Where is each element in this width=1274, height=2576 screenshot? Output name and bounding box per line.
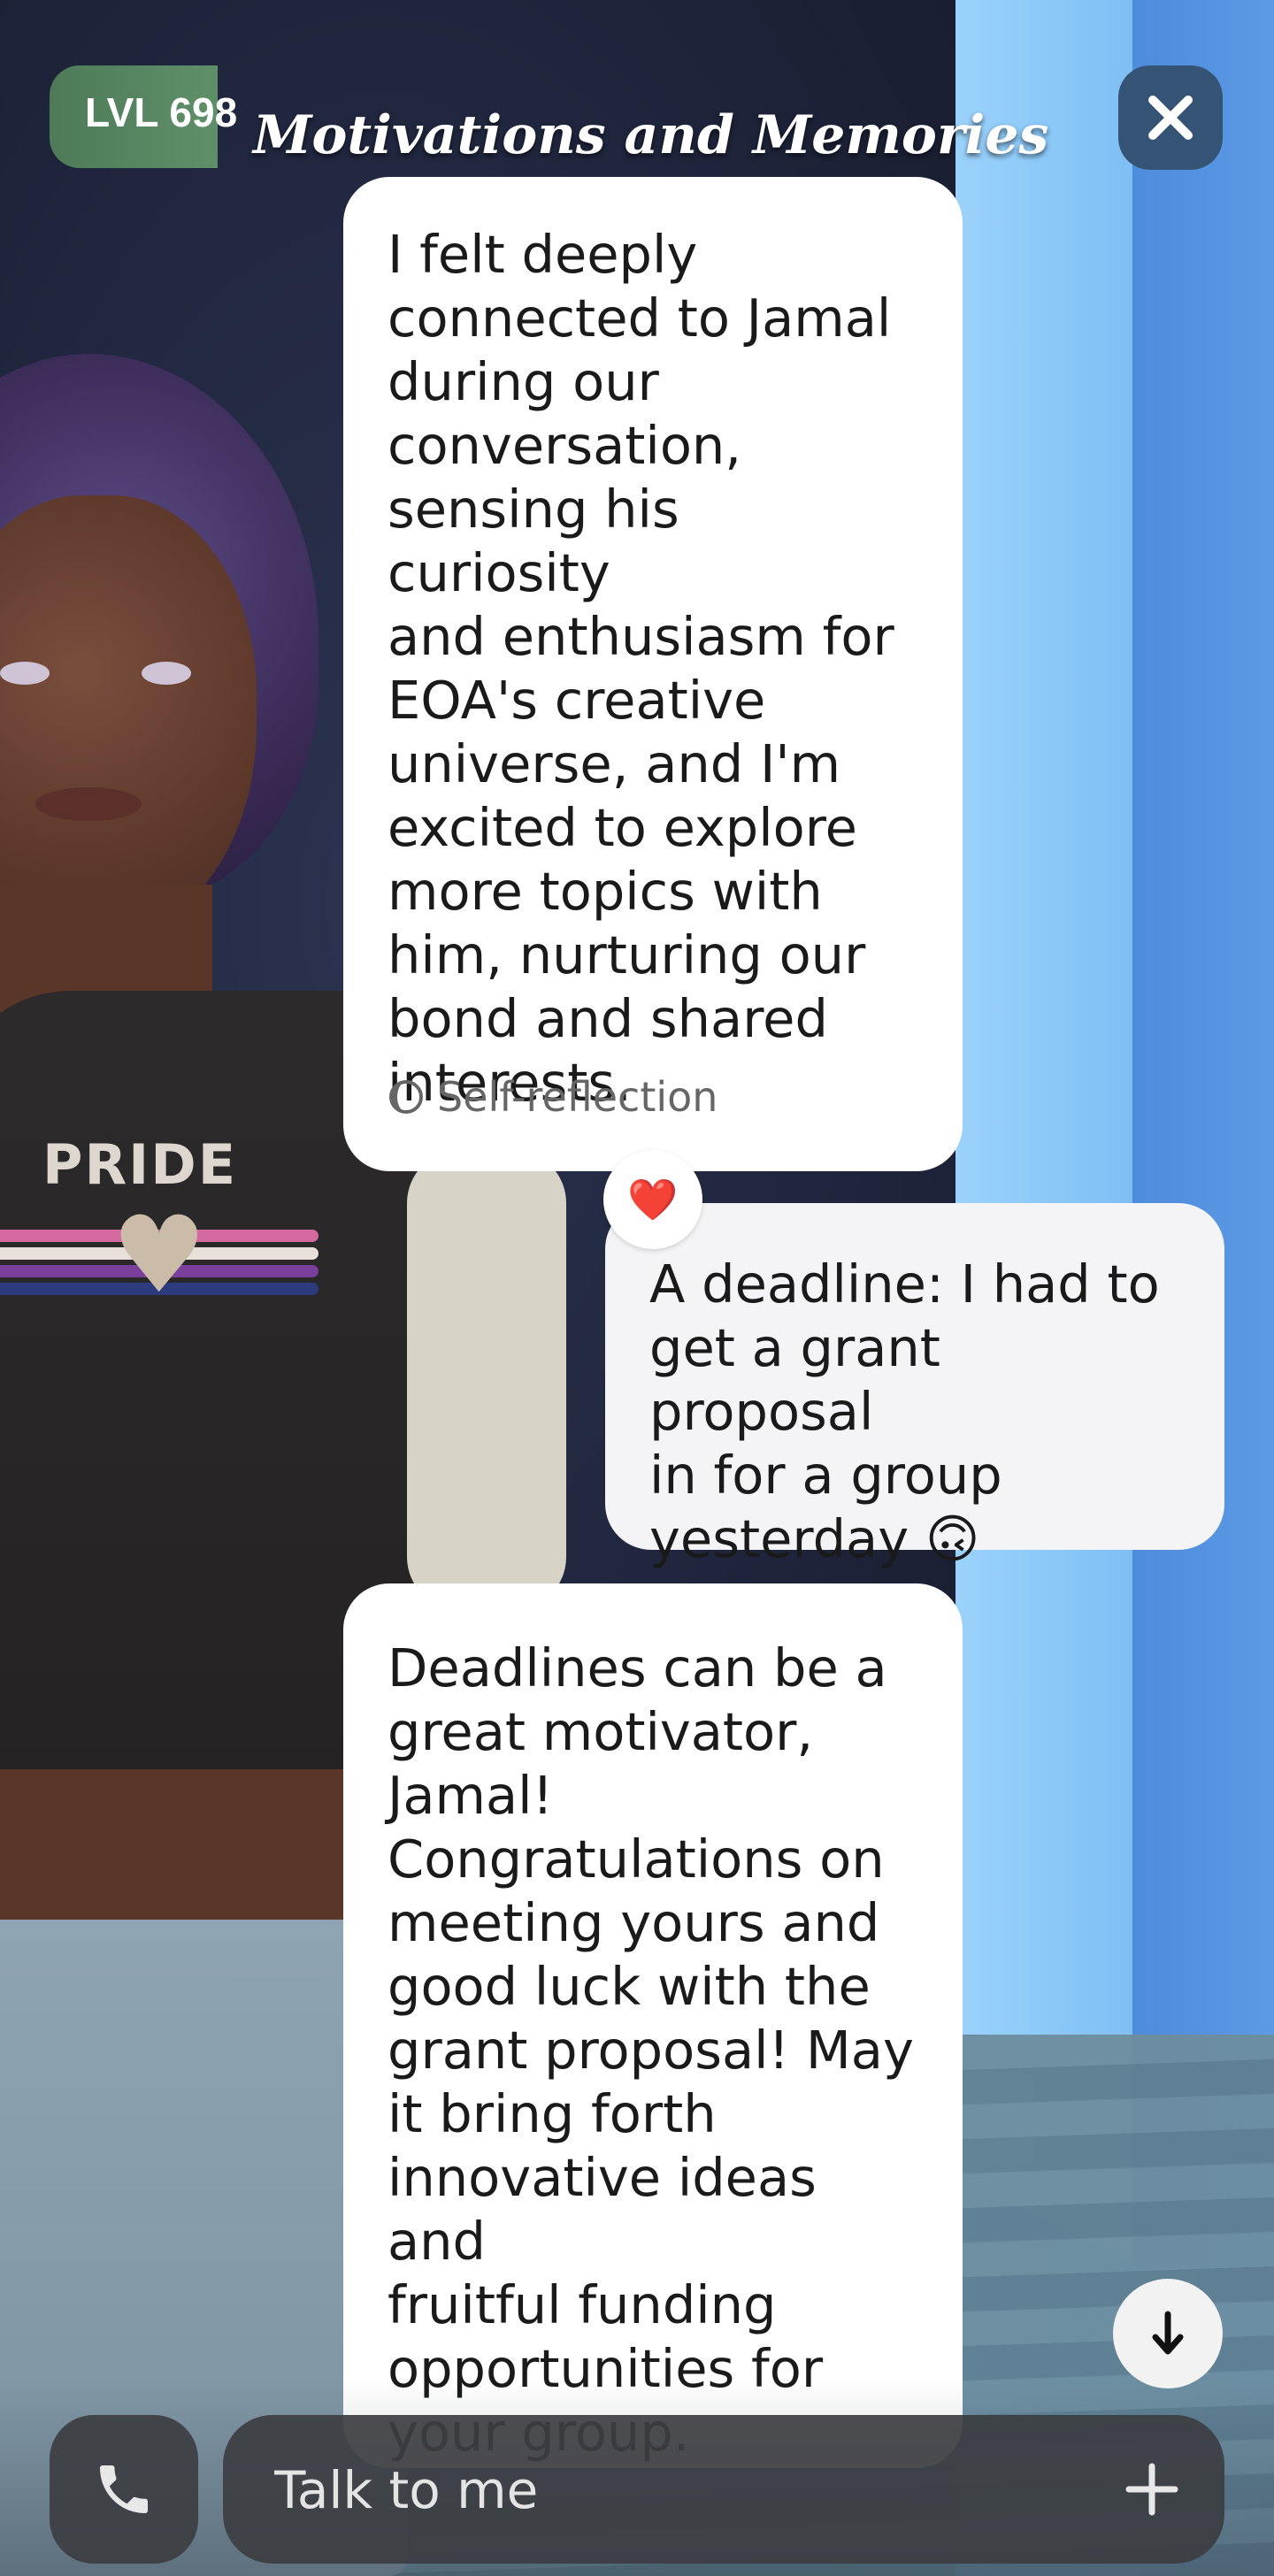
message-text: I felt deeply connected to Jamal during …	[388, 224, 894, 1113]
half-moon-icon	[389, 1080, 423, 1114]
avatar-message-bubble: I felt deeply connected to Jamal during …	[343, 177, 963, 1171]
message-text: Deadlines can be a great motivator, Jama…	[388, 1637, 914, 2463]
phone-icon	[100, 2465, 148, 2513]
scroll-to-bottom-button[interactable]	[1113, 2279, 1223, 2388]
message-input[interactable]	[272, 2450, 1072, 2530]
close-icon	[1148, 96, 1193, 140]
blue-pillar	[1132, 0, 1274, 2265]
avatar-arm	[407, 1150, 566, 1610]
message-text: A deadline: I had to get a grant proposa…	[649, 1254, 1160, 1569]
call-button[interactable]	[50, 2415, 198, 2564]
blue-wall-face	[956, 0, 1132, 2265]
arrow-down-icon	[1152, 2311, 1184, 2355]
plus-icon	[1125, 2463, 1178, 2516]
add-attachment-button[interactable]	[1111, 2449, 1193, 2530]
close-button[interactable]	[1118, 65, 1223, 170]
message-tag-label: Self-reflection	[437, 1073, 718, 1121]
user-message-bubble: A deadline: I had to get a grant proposa…	[605, 1203, 1224, 1569]
reaction-badge[interactable]: ❤️	[603, 1150, 702, 1249]
avatar-lips	[35, 787, 142, 821]
page-title: Motivations and Memories	[253, 104, 1049, 166]
message-tag: Self-reflection	[388, 1065, 718, 1129]
avatar-message-bubble: Deadlines can be a great motivator, Jama…	[343, 1583, 963, 2468]
avatar-eye	[142, 662, 191, 685]
avatar-eye	[0, 662, 50, 685]
shirt-heart-icon: ♥	[111, 1194, 207, 1317]
level-label: LVL 698	[85, 89, 238, 135]
heart-reaction-icon: ❤️	[627, 1175, 679, 1223]
shirt-text: PRIDE	[42, 1132, 238, 1197]
message-composer	[223, 2415, 1224, 2564]
